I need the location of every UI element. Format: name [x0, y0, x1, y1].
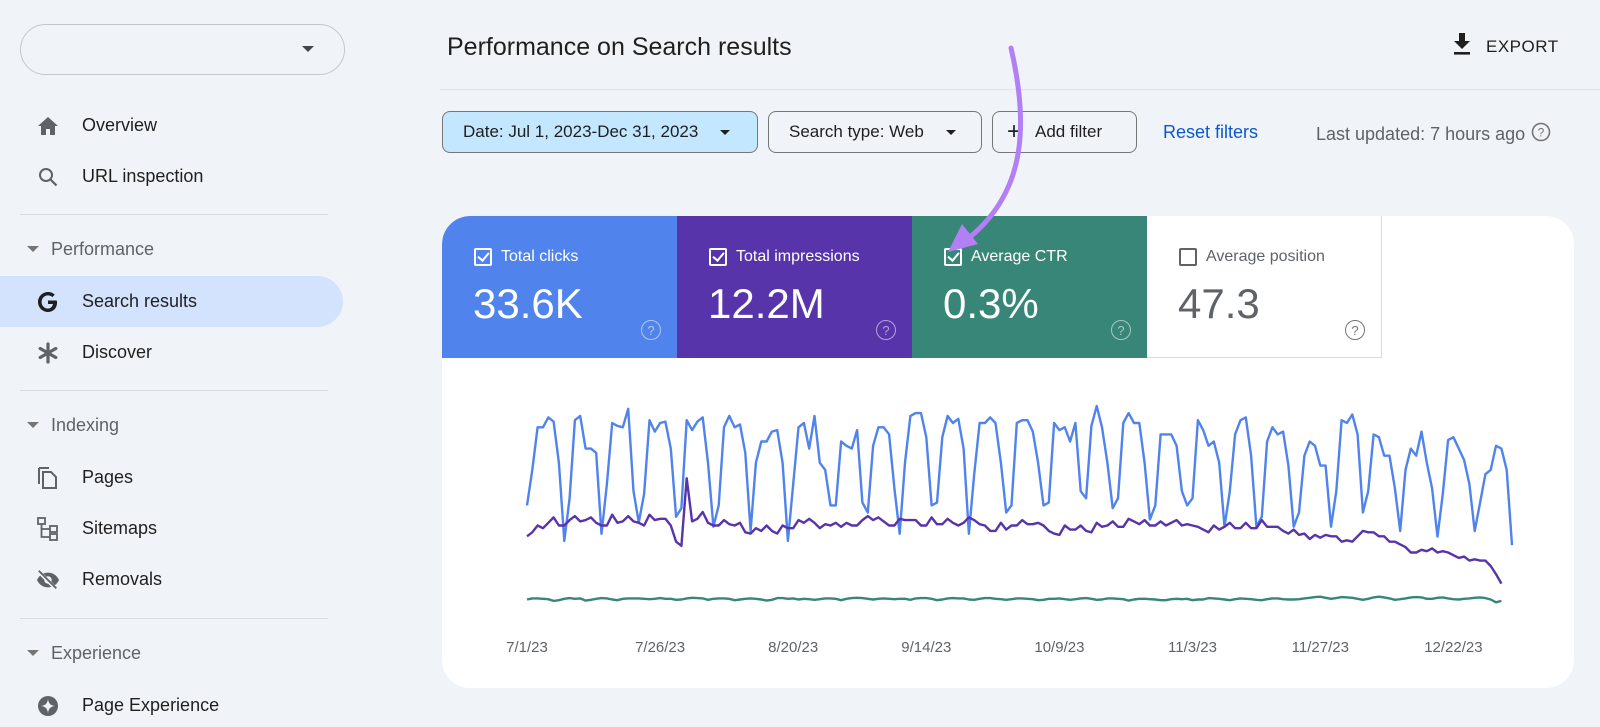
sidebar-item-url-inspection[interactable]: URL inspection: [0, 151, 343, 202]
sidebar-section-label: Experience: [51, 642, 142, 663]
sidebar-section-label: Indexing: [51, 414, 120, 435]
metric-label: Average CTR: [971, 248, 1068, 265]
x-tick-label: 11/27/23: [1292, 639, 1349, 656]
sidebar-item-discover[interactable]: Discover: [0, 327, 343, 378]
metric-total-clicks[interactable]: Total clicks 33.6K ?: [442, 216, 677, 358]
x-tick-label: 12/22/23: [1424, 639, 1482, 656]
checkbox-unchecked-icon[interactable]: [1179, 248, 1197, 266]
metric-label: Total impressions: [736, 248, 860, 265]
asterisk-icon: [36, 341, 60, 365]
checkbox-checked-icon[interactable]: [474, 248, 492, 266]
sidebar-item-label: Sitemaps: [82, 518, 158, 538]
x-tick-label: 9/14/23: [901, 639, 951, 656]
sidebar-item-overview[interactable]: Overview: [0, 100, 343, 151]
chevron-down-icon: [945, 129, 956, 135]
caret-down-icon: [27, 246, 39, 252]
pages-icon: [36, 466, 60, 490]
help-icon[interactable]: ?: [1345, 320, 1365, 340]
metric-average-position[interactable]: Average position 47.3 ?: [1147, 216, 1382, 358]
sidebar-section-label: Performance: [51, 238, 155, 259]
sidebar-item-label: URL inspection: [82, 166, 204, 186]
performance-card: Total clicks 33.6K ? Total impressions 1…: [442, 216, 1574, 688]
sidebar-section-experience[interactable]: Experience: [0, 633, 343, 673]
series-line-average-ctr: [526, 595, 1502, 604]
date-filter-chip[interactable]: Date: Jul 1, 2023-Dec 31, 2023: [442, 111, 758, 153]
help-icon[interactable]: ?: [1111, 320, 1131, 340]
metric-label: Average position: [1206, 248, 1325, 265]
reset-filters-link[interactable]: Reset filters: [1163, 122, 1258, 143]
sidebar-item-label: Search results: [82, 291, 198, 311]
last-updated-text: Last updated: 7 hours ago: [1316, 124, 1526, 144]
sidebar-item-label: Discover: [82, 342, 153, 362]
download-icon: [1452, 32, 1472, 61]
help-icon[interactable]: ?: [1531, 122, 1551, 147]
google-g-icon: [36, 290, 60, 314]
metric-header: Average CTR: [944, 248, 1068, 266]
caret-down-icon: [27, 650, 39, 656]
sidebar-divider: [20, 618, 328, 619]
sidebar-item-removals[interactable]: Removals: [0, 554, 343, 605]
export-button[interactable]: EXPORT: [1452, 32, 1559, 61]
home-icon: [36, 114, 60, 138]
property-selector[interactable]: [20, 24, 345, 75]
sidebar-item-label: Removals: [82, 569, 163, 589]
page-experience-icon: [36, 694, 60, 718]
metric-value: 47.3: [1178, 280, 1260, 327]
x-tick-label: 11/3/23: [1168, 639, 1217, 656]
sidebar-divider: [20, 214, 328, 215]
search-type-chip[interactable]: Search type: Web: [768, 111, 982, 153]
chevron-down-icon: [302, 46, 314, 52]
sidebar-item-label: Page Experience: [82, 695, 220, 715]
x-tick-label: 7/1/23: [506, 639, 548, 656]
sidebar-section-performance[interactable]: Performance: [0, 229, 343, 269]
last-updated: Last updated: 7 hours ago ?: [1316, 122, 1551, 147]
svg-text:?: ?: [1538, 126, 1545, 140]
eye-off-icon: [36, 568, 60, 592]
search-icon: [36, 165, 60, 189]
x-tick-label: 8/20/23: [768, 639, 818, 656]
add-filter-label: Add filter: [1035, 122, 1103, 141]
x-tick-label: 10/9/23: [1034, 639, 1084, 656]
page-title: Performance on Search results: [447, 33, 792, 61]
sidebar-item-label: Pages: [82, 467, 134, 487]
export-label: EXPORT: [1486, 36, 1559, 56]
sidebar-section-indexing[interactable]: Indexing: [0, 405, 343, 445]
metric-header: Average position: [1179, 248, 1325, 266]
add-filter-button[interactable]: + Add filter: [992, 111, 1137, 153]
header-divider: [440, 89, 1600, 90]
sidebar-item-pages[interactable]: Pages: [0, 452, 343, 503]
sidebar-item-page-experience[interactable]: Page Experience: [0, 680, 343, 727]
search-type-label: Search type: Web: [789, 122, 924, 141]
x-tick-label: 7/26/23: [635, 639, 685, 656]
metric-header: Total clicks: [474, 248, 578, 266]
plus-icon: +: [1007, 118, 1022, 145]
metric-value: 33.6K: [473, 280, 583, 327]
date-filter-label: Date: Jul 1, 2023-Dec 31, 2023: [463, 122, 699, 141]
sidebar-item-search-results[interactable]: Search results: [0, 276, 343, 327]
performance-chart: 7/1/23 7/26/23 8/20/23 9/14/23 10/9/23 11/3/2…: [506, 404, 1514, 656]
metric-header: Total impressions: [709, 248, 860, 266]
chevron-down-icon: [720, 129, 731, 135]
metric-label: Total clicks: [501, 248, 579, 265]
caret-down-icon: [27, 422, 39, 428]
metric-average-ctr[interactable]: Average CTR 0.3% ?: [912, 216, 1147, 358]
sidebar-item-sitemaps[interactable]: Sitemaps: [0, 503, 343, 554]
sidebar-divider: [20, 390, 328, 391]
sidebar-item-label: Overview: [82, 115, 158, 135]
help-icon[interactable]: ?: [641, 320, 661, 340]
metric-value: 12.2M: [708, 280, 825, 327]
sidebar: Overview URL inspection Performance Sear…: [0, 0, 345, 727]
sitemap-icon: [36, 516, 60, 541]
checkbox-checked-icon[interactable]: [944, 248, 962, 266]
metric-value: 0.3%: [943, 280, 1039, 327]
help-icon[interactable]: ?: [876, 320, 896, 340]
metric-total-impressions[interactable]: Total impressions 12.2M ?: [677, 216, 912, 358]
checkbox-checked-icon[interactable]: [709, 248, 727, 266]
